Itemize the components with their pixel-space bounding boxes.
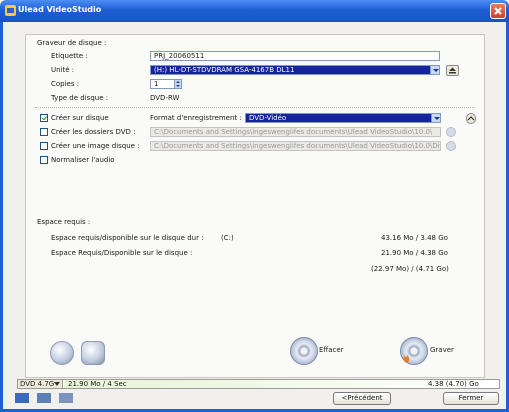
- disc-type-label: Type de disque :: [51, 94, 109, 102]
- view-mode-icons[interactable]: [15, 391, 79, 405]
- disc-space-label: Espace Requis/Disponible sur le disque :: [51, 249, 193, 257]
- flame-icon: [403, 355, 410, 363]
- eject-button[interactable]: [446, 65, 459, 76]
- hdd-space-value: 43.16 Mo / 3.48 Go: [381, 234, 448, 242]
- record-format-label: Format d'enregistrement :: [150, 114, 242, 122]
- erase-label[interactable]: Effacer: [319, 346, 344, 354]
- copies-label: Copies :: [51, 80, 80, 88]
- create-on-disc-checkbox[interactable]: [40, 114, 48, 122]
- collapse-button[interactable]: [466, 113, 476, 124]
- disc-usage-fill: [64, 380, 484, 388]
- close-button[interactable]: [490, 3, 506, 19]
- disc-used-value: 21.90 Mo / 4 Sec: [68, 380, 127, 388]
- disc-type-value: DVD-RW: [150, 94, 180, 102]
- create-on-disc-label: Créer sur disque: [51, 114, 109, 122]
- hdd-space-label: Espace requis/disponible sur le disque d…: [51, 234, 204, 242]
- window-title: Ulead VideoStudio: [18, 5, 102, 14]
- burn-options-panel: Graveur de disque : Etiquette : PRJ_2006…: [25, 34, 485, 378]
- space-section-label: Espace requis :: [37, 218, 91, 226]
- burn-label[interactable]: Graver: [430, 346, 454, 354]
- title-bar: Ulead VideoStudio: [0, 0, 509, 22]
- spinner-arrows-icon: [176, 81, 180, 87]
- disc-size-value: DVD 4.7G: [20, 380, 55, 388]
- burn-disc-icon[interactable]: [400, 337, 428, 365]
- disc-space-value: 21.90 Mo / 4.38 Go: [381, 249, 448, 257]
- disc-size-select[interactable]: DVD 4.7G: [18, 380, 63, 388]
- unit-select[interactable]: (H:) HL-DT-STDVDRAM GSA-4167B DL11: [150, 65, 440, 75]
- create-disc-image-label: Créer une image disque :: [51, 142, 140, 150]
- normalize-audio-label: Normaliser l'audio: [51, 156, 115, 164]
- create-disc-image-checkbox[interactable]: [40, 142, 48, 150]
- eject-icon: [449, 67, 456, 74]
- create-dvd-folders-label: Créer les dossiers DVD :: [51, 128, 136, 136]
- print-label-icon[interactable]: [81, 341, 105, 365]
- app-icon: [5, 5, 16, 16]
- disc-image-path-input[interactable]: C:\Documents and Settings\ingeswenglifes…: [150, 141, 441, 151]
- section-divider: [35, 107, 475, 108]
- chevron-down-icon[interactable]: [431, 114, 440, 122]
- window-frame: Graveur de disque : Etiquette : PRJ_2006…: [0, 22, 509, 412]
- chevron-down-icon[interactable]: [430, 66, 439, 74]
- label-input[interactable]: PRJ_20060511: [150, 51, 440, 61]
- browse-folder-icon[interactable]: [446, 127, 456, 137]
- previous-button[interactable]: <Précédent: [333, 392, 391, 405]
- chevron-down-icon: [54, 382, 60, 386]
- unit-value: (H:) HL-DT-STDVDRAM GSA-4167B DL11: [154, 66, 295, 74]
- erase-disc-icon[interactable]: [290, 337, 318, 365]
- close-window-button[interactable]: Fermer: [443, 392, 499, 405]
- copies-spinner[interactable]: [174, 79, 182, 89]
- record-format-value: DVD-Vidéo: [249, 114, 287, 122]
- chevron-up-icon: [467, 116, 475, 121]
- browse-file-icon[interactable]: [446, 141, 456, 151]
- label-field-label: Etiquette :: [51, 52, 88, 60]
- disc-settings-icon[interactable]: [50, 341, 74, 365]
- close-icon: [494, 7, 502, 15]
- disc-space-total: (22.97 Mo) / (4.71 Go): [371, 265, 449, 273]
- record-format-select[interactable]: DVD-Vidéo: [245, 113, 441, 123]
- burner-section-label: Graveur de disque :: [37, 39, 107, 47]
- create-dvd-folders-checkbox[interactable]: [40, 128, 48, 136]
- disc-capacity-value: 4.38 (4.70) Go: [428, 380, 479, 388]
- normalize-audio-checkbox[interactable]: [40, 156, 48, 164]
- disc-usage-bar: DVD 4.7G 21.90 Mo / 4 Sec 4.38 (4.70) Go: [17, 379, 500, 389]
- hdd-drive-label: (C:): [221, 234, 234, 242]
- dvd-folders-path-input[interactable]: C:\Documents and Settings\ingeswenglifes…: [150, 127, 441, 137]
- unit-label: Unité :: [51, 66, 75, 74]
